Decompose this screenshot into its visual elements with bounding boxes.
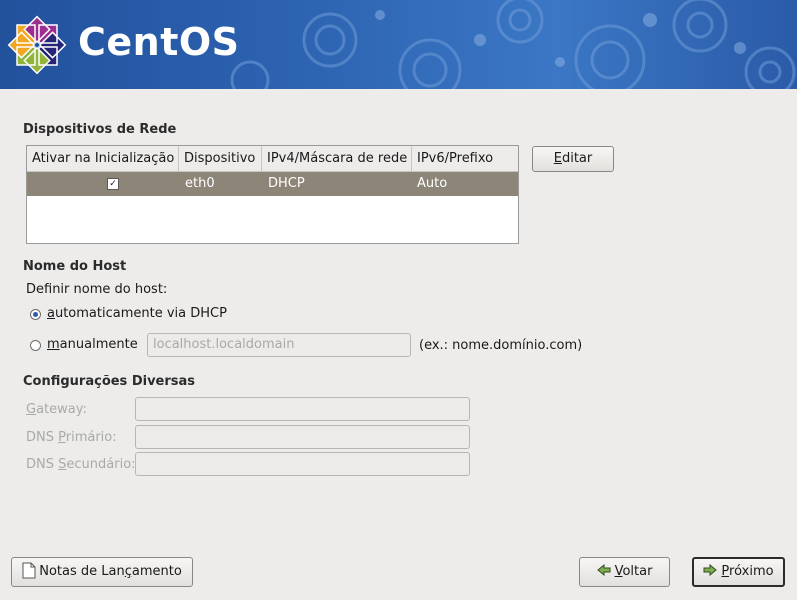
network-devices-title: Dispositivos de Rede: [23, 122, 177, 137]
column-header-device[interactable]: Dispositivo: [179, 146, 262, 171]
column-header-ipv6[interactable]: IPv6/Prefixo: [412, 146, 518, 171]
column-header-ipv4[interactable]: IPv4/Máscara de rede: [262, 146, 412, 171]
hostname-title: Nome do Host: [23, 259, 127, 274]
auto-dhcp-label[interactable]: automaticamente via DHCP: [47, 306, 227, 321]
device-cell: eth0: [185, 176, 215, 191]
header-banner: CentOS: [0, 0, 797, 89]
gateway-label: Gateway:: [26, 402, 87, 417]
release-notes-button[interactable]: Notas de Lançamento: [11, 557, 193, 587]
logo-text: CentOS: [78, 20, 240, 64]
network-devices-table[interactable]: Ativar na Inicialização Dispositivo IPv4…: [26, 145, 519, 244]
ipv4-cell: DHCP: [268, 176, 305, 191]
dns-secondary-label: DNS Secundário:: [26, 457, 136, 472]
manual-label[interactable]: manualmente: [47, 337, 138, 352]
hostname-example: (ex.: nome.domínio.com): [419, 338, 583, 353]
next-button[interactable]: Próximo: [692, 557, 785, 587]
arrow-left-icon: [596, 564, 611, 576]
back-button[interactable]: Voltar: [579, 557, 670, 587]
dns-secondary-input[interactable]: [135, 452, 470, 476]
gateway-input[interactable]: [135, 397, 470, 421]
centos-logo-icon: [7, 15, 67, 75]
table-row[interactable]: ✓ eth0 DHCP Auto: [27, 172, 518, 196]
edit-button[interactable]: Editar: [532, 146, 614, 172]
column-header-enable[interactable]: Ativar na Inicialização: [27, 146, 179, 171]
enable-checkbox[interactable]: ✓: [107, 178, 119, 190]
dns-primary-input[interactable]: [135, 425, 470, 449]
document-icon: [22, 562, 36, 578]
manual-radio[interactable]: [30, 340, 41, 351]
misc-settings-title: Configurações Diversas: [23, 374, 196, 389]
ipv6-cell: Auto: [417, 176, 448, 191]
dns-primary-label: DNS Primário:: [26, 430, 117, 445]
arrow-right-icon: [703, 564, 718, 576]
table-header: Ativar na Inicialização Dispositivo IPv4…: [27, 146, 518, 172]
auto-dhcp-radio[interactable]: [30, 309, 41, 320]
hostname-input[interactable]: localhost.localdomain: [147, 333, 411, 357]
hostname-prompt: Definir nome do host:: [26, 282, 168, 297]
